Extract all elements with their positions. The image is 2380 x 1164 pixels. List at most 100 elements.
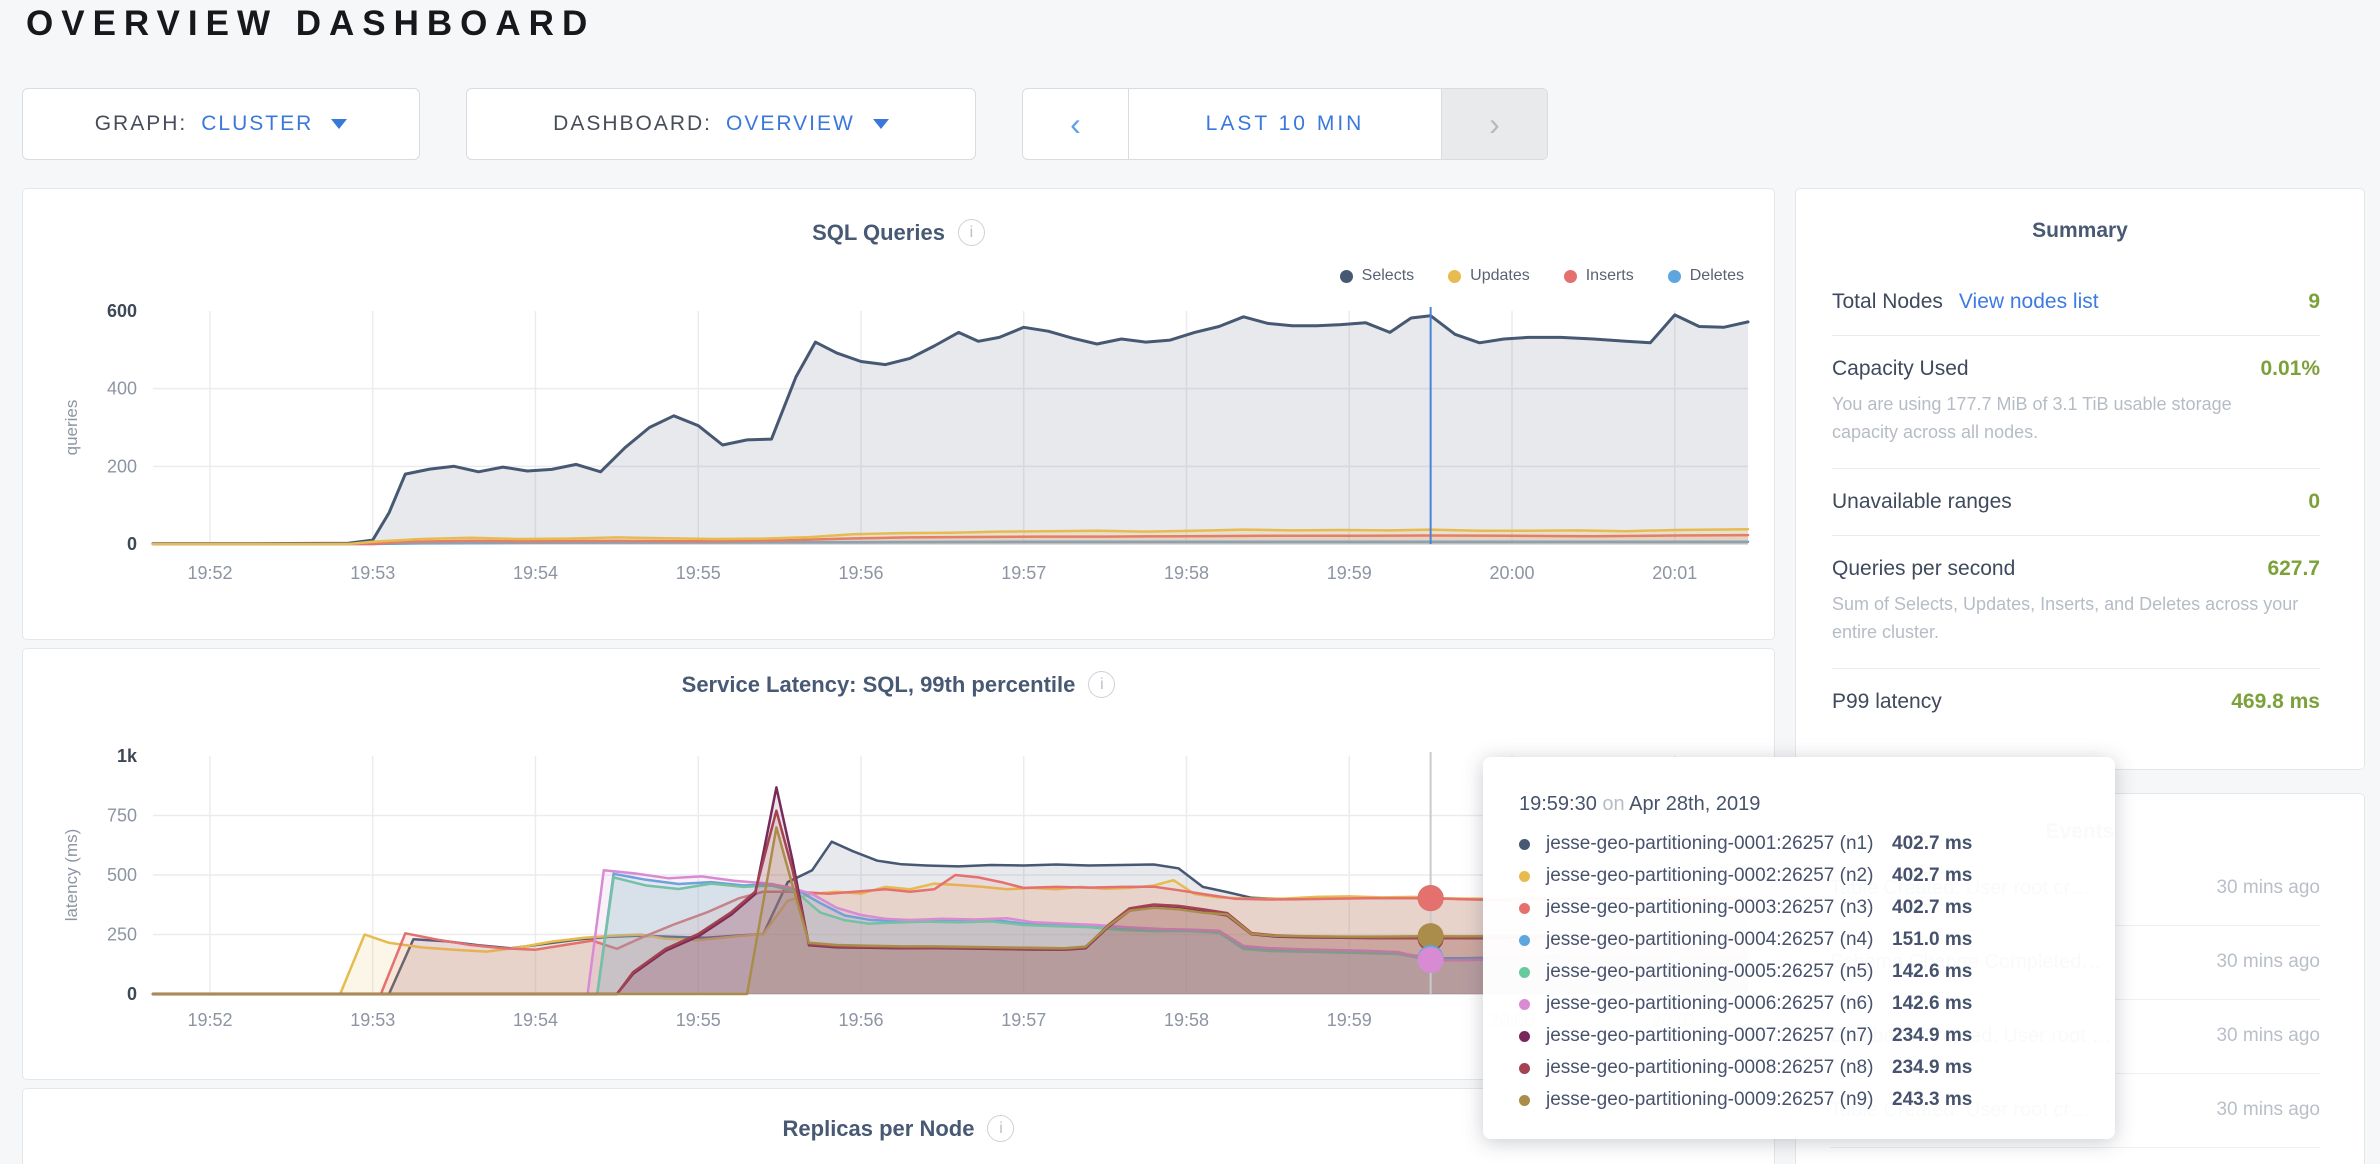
tooltip-series-dot-icon bbox=[1519, 1063, 1530, 1074]
dashboard-dropdown-label: DASHBOARD: bbox=[553, 112, 712, 136]
tooltip-node-value: 402.7 ms bbox=[1892, 865, 1972, 887]
tooltip-date: Apr 28th, 2019 bbox=[1629, 793, 1760, 815]
time-next-button: › bbox=[1441, 89, 1547, 159]
tooltip-rows: jesse-geo-partitioning-0001:26257 (n1) 40… bbox=[1519, 828, 2115, 1116]
graph-dropdown[interactable]: GRAPH: CLUSTER bbox=[22, 88, 420, 160]
tooltip-row: jesse-geo-partitioning-0003:26257 (n3) 40… bbox=[1519, 892, 2115, 924]
tooltip-node-name: jesse-geo-partitioning-0001:26257 (n1) bbox=[1546, 833, 1884, 855]
event-time: 30 mins ago bbox=[2210, 1021, 2320, 1051]
y-tick-label: 600 bbox=[107, 301, 137, 321]
tooltip-series-dot-icon bbox=[1519, 903, 1530, 914]
x-tick-label: 19:56 bbox=[838, 563, 883, 583]
tooltip-time: 19:59:30 bbox=[1519, 793, 1597, 815]
summary-row-main: Unavailable ranges 0 bbox=[1832, 490, 2320, 514]
summary-row-value: 0.01% bbox=[2260, 357, 2320, 381]
tooltip-node-name: jesse-geo-partitioning-0004:26257 (n4) bbox=[1546, 929, 1884, 951]
summary-row: Queries per second627.7 Sum of Selects, U… bbox=[1832, 536, 2320, 669]
summary-title: Summary bbox=[1796, 219, 2364, 243]
tooltip-node-value: 151.0 ms bbox=[1892, 929, 1972, 951]
y-tick-label: 200 bbox=[107, 456, 137, 476]
x-tick-label: 19:53 bbox=[350, 1010, 395, 1030]
tooltip-series-dot-icon bbox=[1519, 935, 1530, 946]
summary-row-subtext: You are using 177.7 MiB of 3.1 TiB usabl… bbox=[1832, 391, 2320, 447]
tooltip-node-value: 142.6 ms bbox=[1892, 993, 1972, 1015]
dashboard-dropdown-value: OVERVIEW bbox=[726, 112, 855, 136]
tooltip-node-name: jesse-geo-partitioning-0003:26257 (n3) bbox=[1546, 897, 1884, 919]
y-tick-label: 0 bbox=[127, 534, 137, 554]
time-range-selector: ‹ LAST 10 MIN › bbox=[1022, 88, 1548, 160]
x-tick-label: 19:54 bbox=[513, 563, 558, 583]
summary-rows: Total Nodes View nodes list 9 Capacity Used… bbox=[1832, 269, 2320, 735]
summary-row: P99 latency 469.8 ms bbox=[1832, 669, 2320, 735]
tooltip-node-name: jesse-geo-partitioning-0006:26257 (n6) bbox=[1546, 993, 1884, 1015]
view-nodes-list-link[interactable]: View nodes list bbox=[1959, 290, 2099, 314]
x-tick-label: 19:54 bbox=[513, 1010, 558, 1030]
summary-row-main: Capacity Used 0.01% bbox=[1832, 357, 2320, 381]
y-tick-label: 250 bbox=[107, 925, 137, 945]
time-range-button[interactable]: LAST 10 MIN bbox=[1129, 89, 1441, 159]
tooltip-node-value: 234.9 ms bbox=[1892, 1025, 1972, 1047]
chevron-down-icon bbox=[873, 119, 889, 129]
sql-queries-panel: SQL Queries i SelectsUpdatesInsertsDelet… bbox=[22, 188, 1775, 640]
tooltip-node-value: 243.3 ms bbox=[1892, 1089, 1972, 1111]
summary-row-value: 0 bbox=[2308, 490, 2320, 514]
event-row[interactable]: Table Created: User root cr…30 mins ago bbox=[1830, 1148, 2320, 1164]
summary-row-value: 469.8 ms bbox=[2231, 690, 2320, 714]
summary-row-label: Unavailable ranges bbox=[1832, 490, 2012, 514]
summary-row-label: P99 latency bbox=[1832, 690, 1942, 714]
sql-queries-chart[interactable]: 600400200019:5219:5319:5419:5519:5619:57… bbox=[23, 189, 1776, 641]
summary-row: Capacity Used 0.01% You are using 177.7 Mi… bbox=[1832, 336, 2320, 469]
time-prev-button[interactable]: ‹ bbox=[1023, 89, 1129, 159]
tooltip-header: 19:59:30 on Apr 28th, 2019 bbox=[1519, 793, 2115, 816]
tooltip-row: jesse-geo-partitioning-0001:26257 (n1) 40… bbox=[1519, 828, 2115, 860]
summary-row-subtext: Sum of Selects, Updates, Inserts, and De… bbox=[1832, 591, 2320, 647]
tooltip-node-value: 402.7 ms bbox=[1892, 897, 1972, 919]
summary-row-main: Queries per second627.7 bbox=[1832, 557, 2320, 581]
graph-dropdown-value: CLUSTER bbox=[201, 112, 313, 136]
crosshair-dot-n3 bbox=[1418, 885, 1444, 911]
y-tick-label: 1k bbox=[117, 746, 138, 766]
summary-row-value: 9 bbox=[2308, 290, 2320, 314]
dashboard-dropdown[interactable]: DASHBOARD: OVERVIEW bbox=[466, 88, 976, 160]
tooltip-series-dot-icon bbox=[1519, 1031, 1530, 1042]
y-tick-label: 500 bbox=[107, 865, 137, 885]
event-time: 30 mins ago bbox=[2210, 1095, 2320, 1125]
overview-dashboard-page: OVERVIEW DASHBOARD GRAPH: CLUSTER DASHBO… bbox=[0, 0, 2380, 1164]
summary-row-label: Total Nodes bbox=[1832, 290, 1943, 314]
y-tick-label: 400 bbox=[107, 379, 137, 399]
page-title: OVERVIEW DASHBOARD bbox=[26, 4, 595, 44]
tooltip-series-dot-icon bbox=[1519, 839, 1530, 850]
y-axis-label: latency (ms) bbox=[62, 829, 81, 922]
summary-row: Unavailable ranges 0 bbox=[1832, 469, 2320, 536]
tooltip-node-value: 142.6 ms bbox=[1892, 961, 1972, 983]
y-axis-label: queries bbox=[62, 400, 81, 456]
y-tick-label: 0 bbox=[127, 984, 137, 1004]
tooltip-series-dot-icon bbox=[1519, 871, 1530, 882]
x-tick-label: 20:00 bbox=[1489, 563, 1534, 583]
x-tick-label: 19:53 bbox=[350, 563, 395, 583]
y-tick-label: 750 bbox=[107, 806, 137, 826]
x-tick-label: 19:59 bbox=[1327, 1010, 1372, 1030]
tooltip-row: jesse-geo-partitioning-0004:26257 (n4) 15… bbox=[1519, 924, 2115, 956]
info-icon[interactable]: i bbox=[987, 1115, 1014, 1142]
tooltip-row: jesse-geo-partitioning-0006:26257 (n6) 14… bbox=[1519, 988, 2115, 1020]
tooltip-node-name: jesse-geo-partitioning-0005:26257 (n5) bbox=[1546, 961, 1884, 983]
summary-row-label: Capacity Used bbox=[1832, 357, 1969, 381]
x-tick-label: 19:58 bbox=[1164, 1010, 1209, 1030]
tooltip-row: jesse-geo-partitioning-0007:26257 (n7)23… bbox=[1519, 1020, 2115, 1052]
x-tick-label: 19:55 bbox=[676, 1010, 721, 1030]
x-tick-label: 19:56 bbox=[838, 1010, 883, 1030]
tooltip-series-dot-icon bbox=[1519, 967, 1530, 978]
latency-hover-tooltip: 19:59:30 on Apr 28th, 2019 jesse-geo-par… bbox=[1483, 757, 2115, 1139]
summary-panel: Summary Total Nodes View nodes list 9 Capac… bbox=[1795, 188, 2365, 770]
tooltip-on: on bbox=[1602, 793, 1624, 815]
tooltip-node-value: 402.7 ms bbox=[1892, 833, 1972, 855]
x-tick-label: 19:57 bbox=[1001, 1010, 1046, 1030]
x-tick-label: 19:52 bbox=[187, 1010, 232, 1030]
tooltip-row: jesse-geo-partitioning-0002:26257 (n2)40… bbox=[1519, 860, 2115, 892]
x-tick-label: 19:59 bbox=[1327, 563, 1372, 583]
tooltip-row: jesse-geo-partitioning-0009:26257 (n9) 24… bbox=[1519, 1084, 2115, 1116]
tooltip-node-name: jesse-geo-partitioning-0009:26257 (n9) bbox=[1546, 1089, 1884, 1111]
summary-row: Total Nodes View nodes list 9 bbox=[1832, 269, 2320, 336]
summary-row-main: Total Nodes View nodes list 9 bbox=[1832, 290, 2320, 314]
